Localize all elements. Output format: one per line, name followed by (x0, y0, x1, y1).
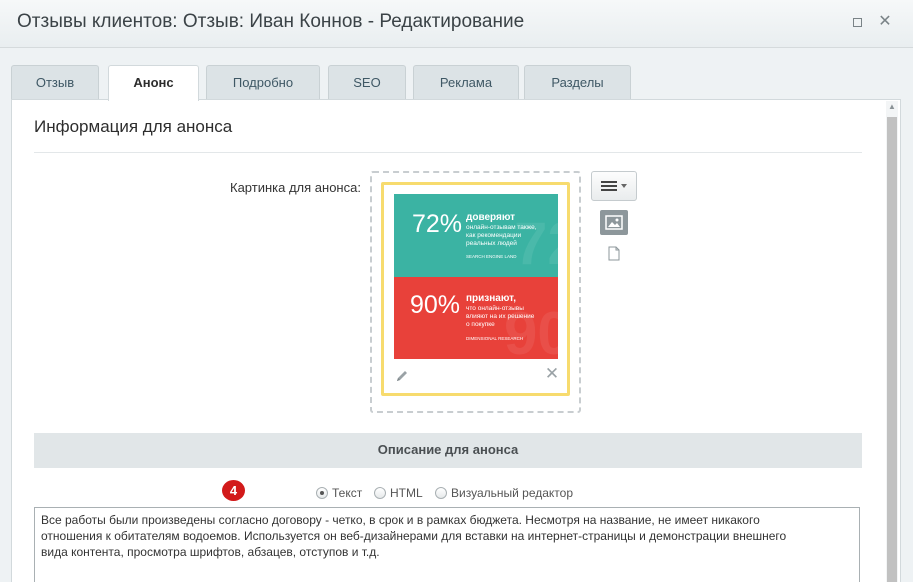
stat2-text-2: влияют на их решение (466, 313, 535, 320)
maximize-icon[interactable] (850, 15, 864, 29)
section-title: Информация для анонса (34, 117, 233, 136)
stat2-text-1: что онлайн-отзывы (466, 304, 524, 312)
radio-circle (435, 487, 447, 499)
stat1-text-2: как рекомендации (466, 232, 521, 239)
picture-frame: 72 90 72% доверяют онлайн-отзывам также,… (381, 182, 570, 396)
textarea-line: вида контента, просмотра шрифтов, абзаце… (41, 545, 380, 559)
tab-seo[interactable]: SEO (328, 65, 406, 100)
preview-image: 72 90 72% доверяют онлайн-отзывам также,… (394, 194, 558, 359)
step-badge: 4 (222, 480, 245, 501)
close-icon[interactable]: ✕ (544, 365, 560, 382)
pencil-icon[interactable] (395, 369, 409, 383)
description-header: Описание для анонса (34, 433, 862, 468)
description-textarea[interactable]: Все работы были произведены согласно дог… (34, 507, 860, 582)
image-icon[interactable] (600, 210, 628, 235)
stat2-headline: признают, (466, 293, 516, 304)
svg-text:72: 72 (514, 210, 558, 277)
textarea-line: отношения к обитателям водоемов. Использ… (41, 529, 787, 543)
close-icon[interactable]: ✕ (878, 14, 892, 30)
tab-sections[interactable]: Разделы (524, 65, 631, 100)
tab-preview[interactable]: Анонс (108, 65, 199, 101)
hamburger-menu-icon (601, 181, 627, 191)
stat1-text-1: онлайн-отзывам также, (466, 223, 537, 231)
scroll-up-icon[interactable]: ▲ (886, 101, 898, 113)
tab-details[interactable]: Подробно (206, 65, 320, 100)
stat2-percent: 90% (410, 291, 460, 319)
picture-label: Картинка для анонса: (230, 180, 361, 195)
stat2-text-3: о покупке (466, 321, 495, 328)
dialog-body: Отзыв Анонс Подробно SEO Реклама Разделы… (0, 48, 913, 582)
radio-label: HTML (390, 486, 423, 500)
radio-circle (374, 487, 386, 499)
vertical-scrollbar[interactable]: ▲ (886, 101, 898, 582)
radio-circle (316, 487, 328, 499)
divider (34, 152, 862, 153)
window-title: Отзывы клиентов: Отзыв: Иван Коннов - Ре… (17, 11, 525, 32)
picture-menu-button[interactable] (591, 171, 637, 201)
scroll-thumb[interactable] (887, 117, 897, 582)
tab-ads[interactable]: Реклама (413, 65, 519, 100)
file-icon[interactable] (608, 246, 620, 261)
radio-label: Текст (332, 486, 363, 500)
stat1-text-3: реальных людей (466, 239, 517, 247)
chevron-down-icon (621, 184, 627, 188)
radio-label: Визуальный редактор (451, 486, 574, 500)
stat2-source: DIMENSIONAL RESEARCH (466, 336, 523, 341)
content-panel: Информация для анонса Картинка для анонс… (11, 99, 901, 582)
textarea-line: Все работы были произведены согласно дог… (41, 513, 760, 527)
stat1-source: SEARCH ENGINE LAND (466, 254, 517, 259)
stat1-headline: доверяют (466, 212, 515, 223)
picture-dropzone[interactable]: 72 90 72% доверяют онлайн-отзывам также,… (370, 171, 581, 413)
stat1-percent: 72% (412, 210, 462, 238)
title-bar: Отзывы клиентов: Отзыв: Иван Коннов - Ре… (0, 0, 913, 48)
tab-review[interactable]: Отзыв (11, 65, 99, 100)
